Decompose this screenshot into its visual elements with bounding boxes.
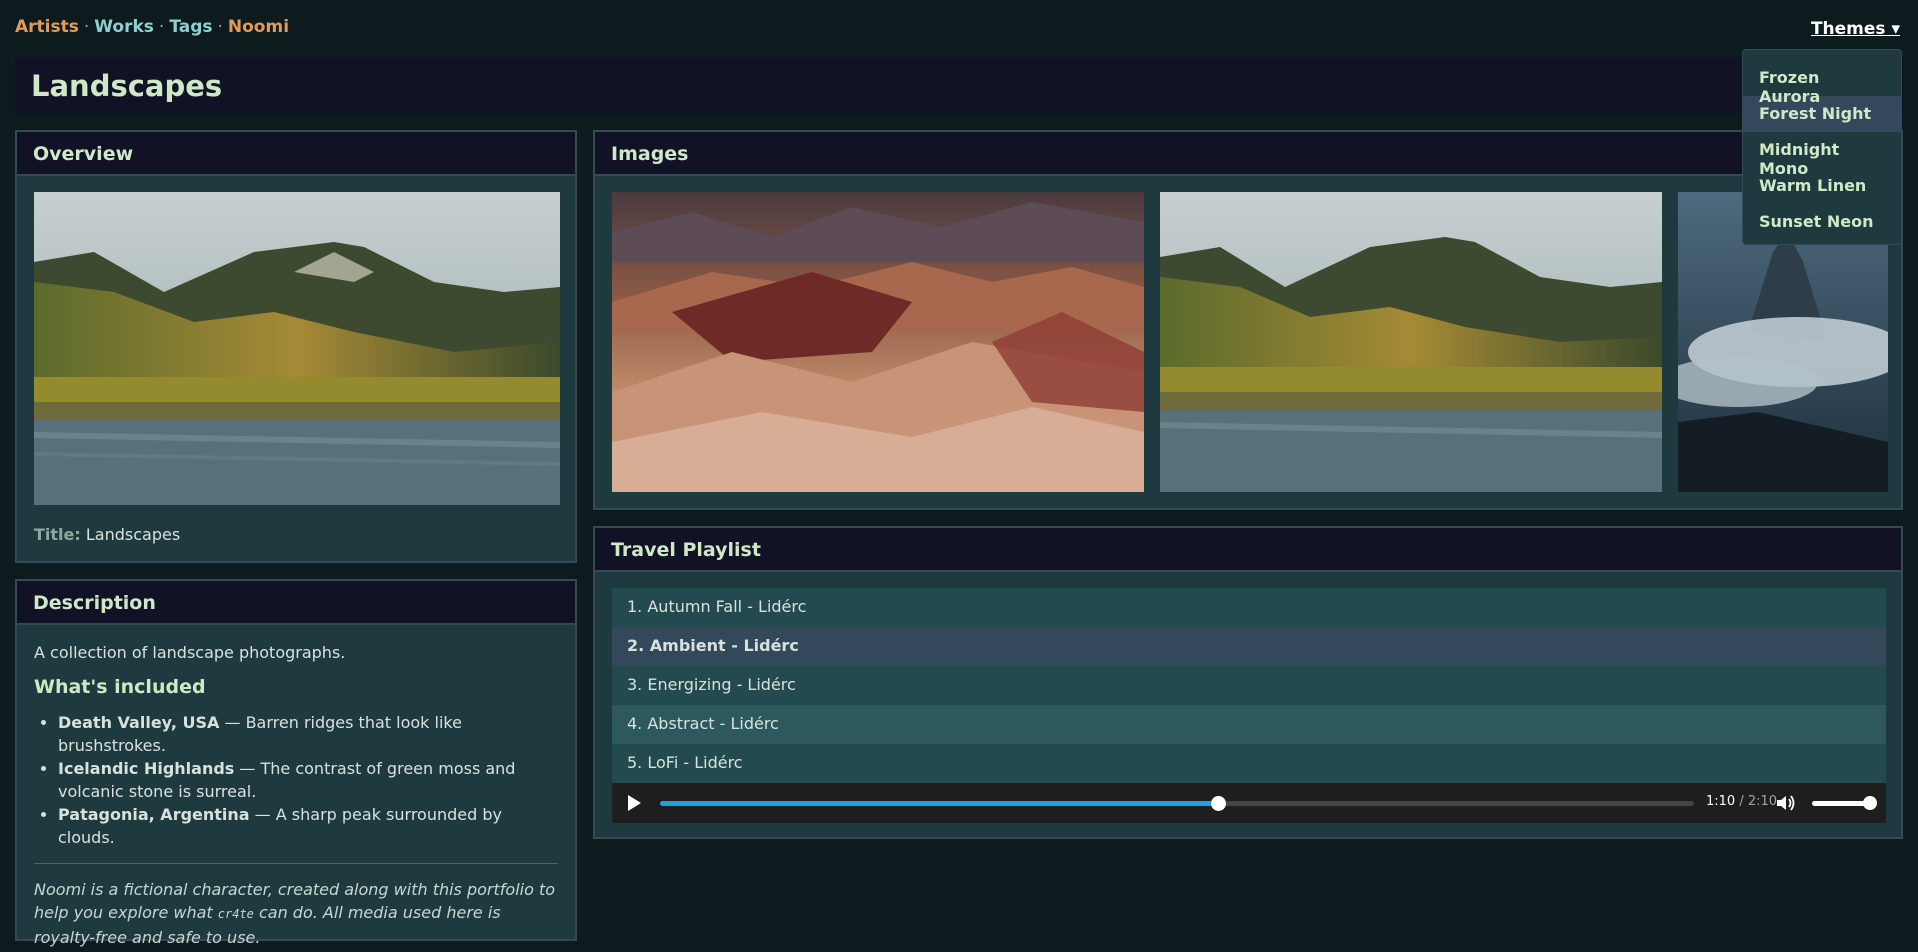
- images-heading: Images: [595, 132, 1901, 176]
- nav-separator: ·: [158, 17, 165, 37]
- track-item[interactable]: 3. Energizing - Lidérc: [612, 666, 1886, 705]
- nav-link-noomi[interactable]: Noomi: [228, 17, 289, 37]
- volume-slider[interactable]: [1812, 801, 1868, 806]
- play-icon[interactable]: [628, 795, 641, 811]
- breadcrumb-nav: Artists · Works · Tags · Noomi: [15, 17, 289, 37]
- overview-panel: Overview Title: Landscapes: [15, 130, 577, 563]
- theme-option-sunset-neon[interactable]: Sunset Neon: [1743, 204, 1901, 240]
- description-panel: Description A collection of landscape ph…: [15, 579, 577, 947]
- nav-link-works[interactable]: Works: [94, 17, 154, 37]
- images-panel: Images: [593, 130, 1903, 510]
- theme-option-midnight-mono[interactable]: Midnight Mono: [1743, 132, 1901, 178]
- item-name: Patagonia, Argentina: [58, 805, 250, 824]
- list-item: Death Valley, USA — Barren ridges that l…: [58, 711, 558, 757]
- audio-player: 1:10 / 2:10: [612, 783, 1886, 823]
- track-item[interactable]: 1. Autumn Fall - Lidérc: [612, 588, 1886, 627]
- time-separator: /: [1735, 794, 1748, 809]
- overview-title-row: Title: Landscapes: [34, 525, 180, 544]
- description-heading: Description: [17, 581, 575, 625]
- note-code: cr4te: [217, 907, 254, 921]
- item-name: Death Valley, USA: [58, 713, 220, 732]
- title-label: Title:: [34, 525, 81, 544]
- themes-dropdown: Frozen Aurora Forest Night Midnight Mono…: [1742, 49, 1902, 245]
- track-item-current[interactable]: 2. Ambient - Lidérc: [612, 627, 1886, 666]
- overview-image-icelandic-highlands[interactable]: [34, 192, 560, 505]
- track-item[interactable]: 4. Abstract - Lidérc: [612, 705, 1886, 744]
- image-death-valley[interactable]: [612, 192, 1144, 492]
- track-list: 1. Autumn Fall - Lidérc 2. Ambient - Lid…: [612, 588, 1886, 783]
- overview-heading: Overview: [17, 132, 575, 176]
- image-icelandic-highlands[interactable]: [1160, 192, 1662, 492]
- volume-icon[interactable]: [1776, 794, 1796, 816]
- track-item[interactable]: 5. LoFi - Lidérc: [612, 744, 1886, 783]
- nav-separator: ·: [217, 17, 223, 37]
- playlist-panel: Travel Playlist 1. Autumn Fall - Lidérc …: [593, 526, 1903, 839]
- divider: [34, 863, 558, 864]
- included-heading: What's included: [34, 676, 206, 698]
- nav-separator: ·: [83, 17, 90, 37]
- playlist-heading: Travel Playlist: [595, 528, 1901, 572]
- volume-handle[interactable]: [1863, 796, 1877, 810]
- description-intro: A collection of landscape photographs.: [34, 643, 346, 662]
- list-item: Icelandic Highlands — The contrast of gr…: [58, 757, 558, 803]
- seek-handle[interactable]: [1211, 796, 1227, 811]
- list-item: Patagonia, Argentina — A sharp peak surr…: [58, 803, 558, 849]
- current-time: 1:10: [1706, 794, 1736, 809]
- title-value: Landscapes: [85, 525, 181, 544]
- nav-link-artists[interactable]: Artists: [15, 17, 79, 37]
- included-list: Death Valley, USA — Barren ridges that l…: [58, 711, 558, 849]
- theme-option-frozen-aurora[interactable]: Frozen Aurora: [1743, 60, 1901, 106]
- nav-link-tags[interactable]: Tags: [169, 17, 212, 37]
- item-name: Icelandic Highlands: [58, 759, 235, 778]
- disclaimer-note: Noomi is a fictional character, created …: [34, 878, 558, 949]
- page-title: Landscapes: [31, 69, 223, 103]
- time-display: 1:10 / 2:10: [1706, 794, 1777, 809]
- page-header: Landscapes: [15, 58, 1903, 114]
- seek-slider[interactable]: [660, 796, 1694, 811]
- duration: 2:10: [1747, 794, 1778, 809]
- seek-progress: [660, 801, 1219, 806]
- themes-menu-button[interactable]: Themes ▾: [1811, 19, 1900, 39]
